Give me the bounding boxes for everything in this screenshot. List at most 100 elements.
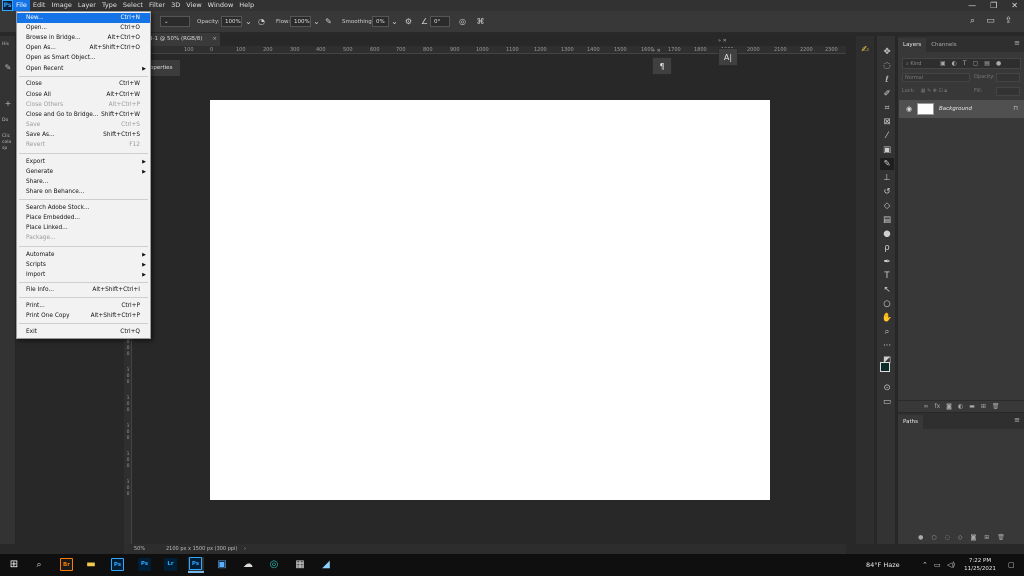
document-tab[interactable]: d-1 @ 50% (RGB/8) × — [146, 33, 220, 46]
restore-icon[interactable]: ❐ — [990, 0, 997, 11]
character-panel-icon[interactable]: A| — [718, 48, 738, 66]
more-tools-icon[interactable]: ··· — [880, 340, 894, 352]
crop-tool-icon[interactable]: ⌗ — [880, 102, 894, 114]
quick-mask-icon[interactable]: ⊙ — [880, 382, 894, 394]
menu-item-new[interactable]: New... Ctrl+N — [17, 13, 150, 23]
dropdown-arrow-icon[interactable]: ⌄ — [243, 16, 254, 27]
menu-item-import[interactable]: Import ▶ — [17, 270, 150, 280]
type-filter-icon[interactable]: T — [963, 58, 967, 69]
menu-item-scripts[interactable]: Scripts ▶ — [17, 260, 150, 270]
history-label[interactable]: His — [2, 42, 9, 48]
adjustment-filter-icon[interactable]: ◐ — [952, 58, 957, 69]
menu-3d[interactable]: 3D — [168, 0, 183, 11]
file-explorer-icon[interactable]: ▬ — [83, 557, 99, 573]
fill-input[interactable] — [996, 87, 1020, 96]
volume-icon[interactable]: ◁) — [947, 554, 955, 576]
make-work-path-icon[interactable]: ◇ — [958, 532, 963, 544]
panel-menu-icon[interactable]: ≡ — [1014, 416, 1020, 424]
menu-item-export[interactable]: Export ▶ — [17, 157, 150, 167]
chevron-up-icon[interactable]: ⌃ — [922, 554, 928, 576]
dropdown-arrow-icon[interactable]: ⌄ — [389, 16, 400, 27]
panel-collapse-icon[interactable]: » ✕ — [718, 38, 727, 44]
layer-lock-icon[interactable]: ⊓ — [1013, 100, 1018, 118]
brush-settings-icon[interactable]: ✍ — [859, 44, 871, 56]
stroke-path-icon[interactable]: ○ — [931, 532, 936, 544]
layer-opacity-input[interactable] — [996, 73, 1020, 82]
search-icon[interactable]: ⌕ — [31, 557, 47, 573]
menu-help[interactable]: Help — [236, 0, 257, 11]
visibility-eye-icon[interactable]: ◉ — [904, 104, 914, 114]
delete-layer-icon[interactable]: 🗑︎ — [992, 401, 1000, 412]
eyedropper-tool-icon[interactable]: ⁄ — [880, 130, 894, 142]
weather-widget[interactable]: 84°F Haze — [866, 554, 900, 576]
menu-edit[interactable]: Edit — [30, 0, 49, 11]
menu-item-save-as[interactable]: Save As... Shift+Ctrl+S — [17, 130, 150, 140]
menu-type[interactable]: Type — [99, 0, 120, 11]
menu-item-print[interactable]: Print... Ctrl+P — [17, 301, 150, 311]
add-mask-icon[interactable]: ◙ — [970, 532, 976, 544]
opacity-input[interactable]: 100% — [221, 16, 242, 27]
edge-browser-icon[interactable]: ◎ — [266, 557, 282, 573]
eraser-tool-icon[interactable]: ◇ — [880, 200, 894, 212]
brush-preset-icon[interactable]: ✎ — [2, 62, 14, 74]
app-icon[interactable]: ◢ — [318, 557, 334, 573]
paragraph-panel-icon[interactable]: ¶ — [652, 57, 672, 75]
smoothing-input[interactable]: 0% — [372, 16, 389, 27]
load-selection-icon[interactable]: ◌ — [945, 532, 950, 544]
smart-object-filter-icon[interactable]: ▤ — [984, 58, 990, 69]
tab-paths[interactable]: Paths — [898, 415, 923, 429]
photoshop-app-icon[interactable]: Ps — [111, 558, 124, 571]
link-layers-icon[interactable]: ∞ — [923, 401, 928, 412]
brush-tool-icon[interactable]: ✎ — [880, 158, 894, 170]
share-icon[interactable]: ⇪ — [1003, 16, 1014, 27]
menu-item-share-behance[interactable]: Share on Behance... — [17, 187, 150, 197]
menu-item-close-all[interactable]: Close All Alt+Ctrl+W — [17, 90, 150, 100]
filter-toggle-icon[interactable]: ● — [996, 58, 1001, 69]
blur-tool-icon[interactable]: ● — [880, 228, 894, 240]
tab-channels[interactable]: Channels — [926, 38, 961, 52]
lock-icons[interactable]: ▦ ✎ ✥ ⊡ 🔒︎ — [921, 88, 947, 94]
menu-item-place-embedded[interactable]: Place Embedded... — [17, 213, 150, 223]
layer-style-icon[interactable]: fx — [934, 401, 940, 412]
bridge-app-icon[interactable]: Br — [60, 558, 73, 571]
menu-item-search-stock[interactable]: Search Adobe Stock... — [17, 203, 150, 213]
cloud-app-icon[interactable]: ☁ — [240, 557, 256, 573]
menu-window[interactable]: Window — [205, 0, 237, 11]
menu-item-close[interactable]: Close Ctrl+W — [17, 79, 150, 89]
add-icon[interactable]: + — [2, 98, 14, 110]
zoom-level[interactable]: 50% — [134, 544, 145, 554]
photoshop-active-taskbar[interactable]: Ps — [188, 557, 204, 573]
panel-menu-icon[interactable]: ≡ — [1014, 39, 1020, 47]
move-tool-icon[interactable]: ✥ — [880, 46, 894, 58]
foreground-color-swatch[interactable] — [880, 362, 890, 372]
lasso-tool-icon[interactable]: ℓ — [880, 74, 894, 86]
path-selection-tool-icon[interactable]: ↖ — [880, 284, 894, 296]
calculator-icon[interactable]: ▦ — [292, 557, 308, 573]
pressure-size-icon[interactable]: ◎ — [457, 16, 468, 27]
blend-mode-dropdown[interactable]: Normal — [902, 73, 970, 82]
menu-item-close-go-bridge[interactable]: Close and Go to Bridge... Shift+Ctrl+W — [17, 110, 150, 120]
photoshop-logo-icon[interactable]: Ps — [2, 0, 13, 11]
menu-item-open-recent[interactable]: Open Recent ▶ — [17, 64, 150, 74]
menu-select[interactable]: Select — [120, 0, 146, 11]
dodge-tool-icon[interactable]: ρ — [880, 242, 894, 254]
menu-item-automate[interactable]: Automate ▶ — [17, 250, 150, 260]
tab-layers[interactable]: Layers — [898, 38, 927, 52]
new-layer-icon[interactable]: ⊞ — [981, 401, 986, 412]
menu-item-browse-bridge[interactable]: Browse in Bridge... Alt+Ctrl+O — [17, 33, 150, 43]
quick-select-tool-icon[interactable]: ✐ — [880, 88, 894, 100]
group-icon[interactable]: ▬ — [969, 401, 975, 412]
document-canvas[interactable] — [210, 100, 770, 500]
healing-brush-tool-icon[interactable]: ▣ — [880, 144, 894, 156]
shape-filter-icon[interactable]: ▢ — [973, 58, 979, 69]
menu-item-generate[interactable]: Generate ▶ — [17, 167, 150, 177]
delete-path-icon[interactable]: 🗑︎ — [997, 532, 1005, 544]
gradient-tool-icon[interactable]: ▤ — [880, 214, 894, 226]
network-icon[interactable]: ▭ — [934, 554, 941, 576]
brush-mode-dropdown[interactable]: ⌄ — [160, 16, 190, 27]
menu-item-print-one-copy[interactable]: Print One Copy Alt+Shift+Ctrl+P — [17, 311, 150, 321]
status-arrow-icon[interactable]: › — [244, 544, 246, 554]
close-icon[interactable]: × — [212, 33, 217, 46]
notification-icon[interactable]: ▢ — [1008, 554, 1015, 576]
pixel-filter-icon[interactable]: ▣ — [940, 58, 946, 69]
